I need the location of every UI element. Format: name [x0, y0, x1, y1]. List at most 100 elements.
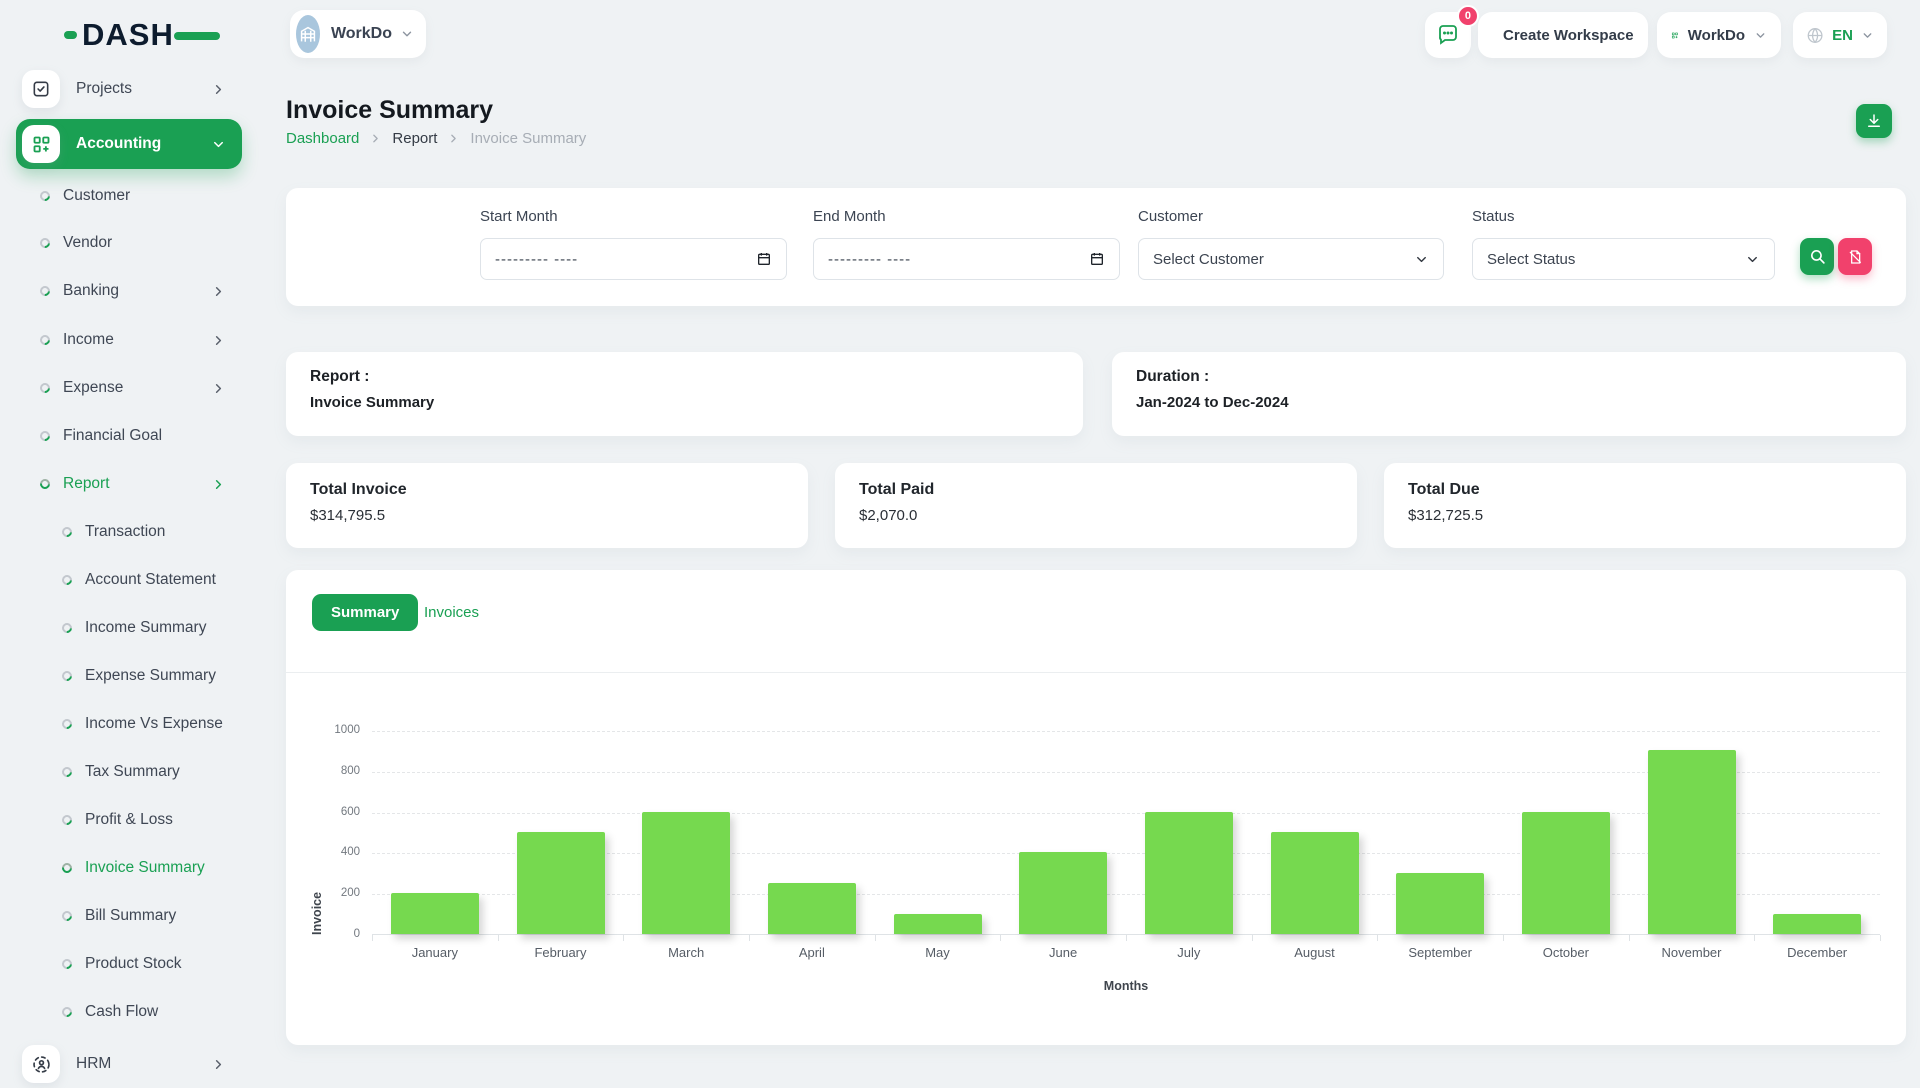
chart-bar-august[interactable]: [1271, 832, 1359, 934]
sidebar-item-income-summary[interactable]: Income Summary: [16, 604, 242, 652]
customer-label: Customer: [1138, 208, 1203, 225]
breadcrumb-dashboard[interactable]: Dashboard: [286, 130, 359, 147]
x-tick-label-april: April: [799, 945, 825, 960]
workspace-name: WorkDo: [331, 25, 392, 43]
breadcrumb-report[interactable]: Report: [392, 130, 437, 147]
chart-bar-november[interactable]: [1648, 750, 1736, 934]
bullet-icon: [38, 189, 52, 203]
sidebar-item-bill-summary[interactable]: Bill Summary: [16, 892, 242, 940]
customer-select[interactable]: Select Customer: [1138, 238, 1444, 280]
sidebar-item-tax-summary[interactable]: Tax Summary: [16, 748, 242, 796]
sidebar-item-expense-summary[interactable]: Expense Summary: [16, 652, 242, 700]
sidebar-item-income[interactable]: Income: [16, 316, 242, 364]
sidebar-item-invoice-summary[interactable]: Invoice Summary: [16, 844, 242, 892]
reset-filter-button[interactable]: [1838, 238, 1872, 275]
y-tick-label: 200: [304, 887, 360, 899]
status-select[interactable]: Select Status: [1472, 238, 1775, 280]
sidebar-item-label: Account Statement: [85, 571, 216, 589]
sidebar-item-label: Report: [63, 475, 110, 493]
sidebar-item-label: Expense Summary: [85, 667, 216, 685]
sidebar-item-account-statement[interactable]: Account Statement: [16, 556, 242, 604]
x-tick-label-july: July: [1177, 945, 1200, 960]
start-month-label: Start Month: [480, 208, 558, 225]
sidebar-item-financial-goal[interactable]: Financial Goal: [16, 412, 242, 460]
workspace-selector[interactable]: WorkDo: [290, 10, 426, 58]
x-tick-label-june: June: [1049, 945, 1077, 960]
chart-bar-january[interactable]: [391, 893, 479, 934]
bullet-icon: [38, 236, 52, 250]
chart-bar-july[interactable]: [1145, 812, 1233, 934]
report-label: Report :: [310, 368, 369, 386]
total-paid-label: Total Paid: [859, 481, 934, 499]
sidebar-item-accounting[interactable]: Accounting: [16, 119, 242, 169]
divider: [286, 672, 1906, 673]
total-due-label: Total Due: [1408, 481, 1480, 499]
breadcrumb-current: Invoice Summary: [470, 130, 586, 147]
page-title: Invoice Summary: [286, 96, 493, 125]
x-axis-tick: [1754, 935, 1755, 941]
chart-bar-february[interactable]: [517, 832, 605, 934]
chart-bar-october[interactable]: [1522, 812, 1610, 934]
x-tick-label-february: February: [534, 945, 586, 960]
bullet-icon: [60, 957, 74, 971]
chart-bar-december[interactable]: [1773, 914, 1861, 934]
bullet-icon: [60, 669, 74, 683]
sidebar-item-label: Tax Summary: [85, 763, 180, 781]
chevron-right-icon: [211, 477, 226, 492]
sidebar-item-label: Projects: [76, 80, 132, 98]
tab-invoices[interactable]: Invoices: [424, 604, 479, 621]
start-month-placeholder: --------- ----: [495, 251, 756, 268]
sidebar-item-projects[interactable]: Projects: [16, 65, 242, 113]
status-label: Status: [1472, 208, 1515, 225]
sidebar-item-income-vs-expense[interactable]: Income Vs Expense: [16, 700, 242, 748]
chart-bar-april[interactable]: [768, 883, 856, 934]
sidebar-item-vendor[interactable]: Vendor: [16, 219, 242, 267]
apply-filter-button[interactable]: [1800, 238, 1834, 275]
sidebar-item-banking[interactable]: Banking: [16, 267, 242, 315]
sidebar: Projects Accounting Customer Vendor Banking I…: [0, 0, 260, 1080]
start-month-input[interactable]: --------- ----: [480, 238, 787, 280]
workdo-menu-button[interactable]: WorkDo: [1657, 12, 1781, 58]
x-tick-label-september: September: [1408, 945, 1472, 960]
chart-y-axis-title: Invoice: [310, 731, 324, 935]
x-axis-tick: [1252, 935, 1253, 941]
tab-summary[interactable]: Summary: [312, 594, 418, 631]
sidebar-item-hrm[interactable]: HRM: [16, 1040, 242, 1088]
sidebar-item-label: Financial Goal: [63, 427, 162, 445]
bullet-icon: [60, 1005, 74, 1019]
sidebar-item-label: Banking: [63, 282, 119, 300]
sidebar-item-product-stock[interactable]: Product Stock: [16, 940, 242, 988]
sidebar-item-customer[interactable]: Customer: [16, 172, 242, 220]
chevron-right-icon: [211, 82, 226, 97]
sidebar-item-expense[interactable]: Expense: [16, 364, 242, 412]
language-selector[interactable]: EN: [1793, 12, 1887, 58]
end-month-input[interactable]: --------- ----: [813, 238, 1120, 280]
download-button[interactable]: [1856, 104, 1892, 138]
chevron-right-icon: [211, 381, 226, 396]
total-invoice-value: $314,795.5: [310, 507, 385, 524]
grid-plus-icon: [1671, 26, 1679, 45]
end-month-placeholder: --------- ----: [828, 251, 1089, 268]
grid-plus-icon: [31, 134, 52, 155]
sidebar-item-transaction[interactable]: Transaction: [16, 508, 242, 556]
messages-button[interactable]: 0: [1425, 12, 1471, 58]
total-due-value: $312,725.5: [1408, 507, 1483, 524]
clear-filter-icon: [1847, 249, 1863, 265]
x-tick-label-november: November: [1662, 945, 1722, 960]
create-workspace-button[interactable]: Create Workspace: [1478, 12, 1648, 58]
chart-x-axis-title: Months: [372, 979, 1880, 993]
y-tick-label: 800: [304, 765, 360, 777]
status-select-value: Select Status: [1487, 251, 1745, 268]
sidebar-item-report[interactable]: Report: [16, 460, 242, 508]
sidebar-item-label: Customer: [63, 187, 130, 205]
chart-bar-march[interactable]: [642, 812, 730, 934]
chart-bar-may[interactable]: [894, 914, 982, 934]
duration-label: Duration :: [1136, 368, 1209, 386]
chart-bar-september[interactable]: [1396, 873, 1484, 934]
total-invoice-label: Total Invoice: [310, 481, 407, 499]
sidebar-item-label: Accounting: [76, 135, 161, 153]
chart-bar-june[interactable]: [1019, 852, 1107, 934]
sidebar-item-profit-loss[interactable]: Profit & Loss: [16, 796, 242, 844]
sidebar-item-cash-flow[interactable]: Cash Flow: [16, 988, 242, 1036]
x-axis-tick: [1377, 935, 1378, 941]
